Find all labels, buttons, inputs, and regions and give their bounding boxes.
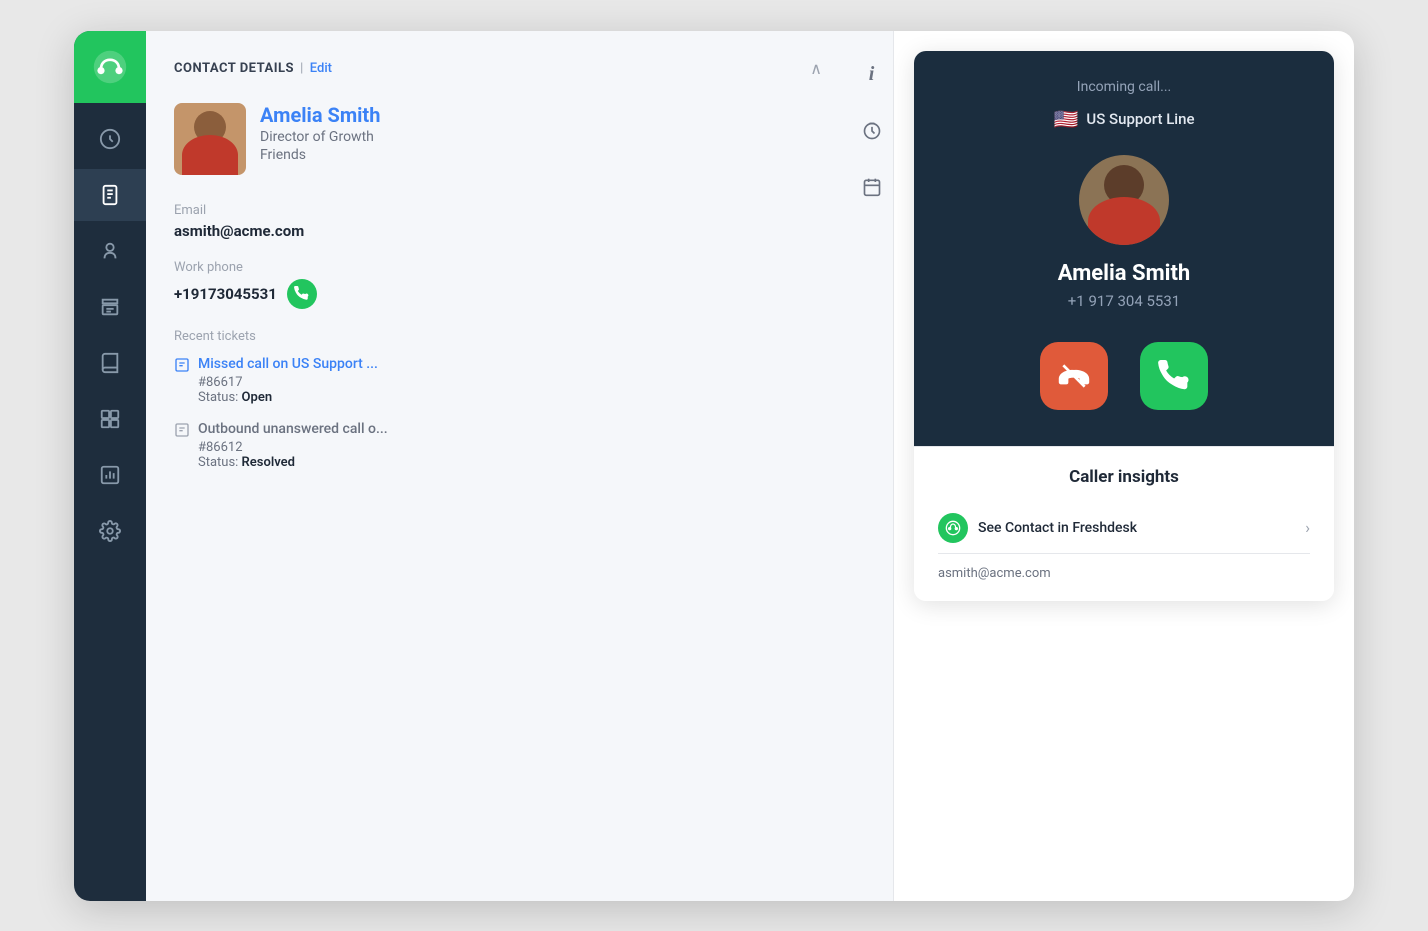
contact-avatar xyxy=(174,103,246,175)
ticket-status-1: Status: Open xyxy=(198,390,822,405)
accept-call-button[interactable] xyxy=(1140,342,1208,410)
contact-details-title: CONTACT DETAILS xyxy=(174,61,294,76)
freshdesk-chevron: › xyxy=(1305,518,1310,537)
email-value: asmith@acme.com xyxy=(174,222,822,240)
call-button[interactable] xyxy=(287,279,317,309)
contact-details-panel: CONTACT DETAILS | Edit ∧ Amelia Smith Di… xyxy=(146,31,850,901)
sidebar-item-campaigns[interactable] xyxy=(74,393,146,445)
freshdesk-icon xyxy=(938,513,968,543)
email-label: Email xyxy=(174,203,822,218)
header-divider: | xyxy=(300,61,304,76)
contact-email-display: asmith@acme.com xyxy=(938,554,1310,581)
caller-insights-section: Caller insights See Contact in Freshdesk… xyxy=(914,446,1334,601)
info-icon: i xyxy=(869,63,875,86)
flag-emoji: 🇺🇸 xyxy=(1053,107,1078,131)
phone-value: +19173045531 xyxy=(174,279,822,309)
incoming-call-panel: Incoming call... 🇺🇸 US Support Line Amel… xyxy=(914,51,1334,601)
sidebar-item-dashboard[interactable] xyxy=(74,113,146,165)
sidebar-item-reports[interactable] xyxy=(74,449,146,501)
ticket-status-2: Status: Resolved xyxy=(198,455,822,470)
incoming-call-label: Incoming call... xyxy=(1077,79,1171,95)
phone-section: Work phone +19173045531 xyxy=(174,260,822,309)
icons-panel: i xyxy=(850,31,894,901)
info-icon-btn[interactable]: i xyxy=(856,59,888,91)
sidebar-navigation xyxy=(74,113,146,901)
call-panel-top: Incoming call... 🇺🇸 US Support Line Amel… xyxy=(914,51,1334,446)
sidebar-item-phone[interactable] xyxy=(74,169,146,221)
sidebar-item-settings[interactable] xyxy=(74,505,146,557)
ticket-item-1: Missed call on US Support ... #86617 Sta… xyxy=(174,356,822,405)
caller-name: Amelia Smith xyxy=(1058,261,1190,286)
caller-insights-title: Caller insights xyxy=(938,467,1310,487)
call-actions xyxy=(1040,342,1208,410)
decline-call-button[interactable] xyxy=(1040,342,1108,410)
accept-icon xyxy=(1158,360,1190,392)
calendar-icon xyxy=(862,177,882,197)
ticket-number-2: #86612 xyxy=(198,440,822,455)
ticket-number-1: #86617 xyxy=(198,375,822,390)
call-line: 🇺🇸 US Support Line xyxy=(1053,107,1194,131)
freshdesk-link-text: See Contact in Freshdesk xyxy=(978,520,1295,536)
timer-icon-btn[interactable] xyxy=(856,115,888,147)
sidebar-item-contacts[interactable] xyxy=(74,225,146,277)
recent-tickets-label: Recent tickets xyxy=(174,329,822,344)
collapse-button[interactable]: ∧ xyxy=(810,59,822,79)
contact-profile: Amelia Smith Director of Growth Friends xyxy=(174,103,822,175)
sidebar-item-solutions[interactable] xyxy=(74,337,146,389)
contact-role: Director of Growth xyxy=(260,129,380,145)
timer-icon xyxy=(862,121,882,141)
recent-tickets-section: Recent tickets Missed call on US Support… xyxy=(174,329,822,470)
calendar-icon-btn[interactable] xyxy=(856,171,888,203)
ticket-link-1[interactable]: Missed call on US Support ... xyxy=(174,356,822,373)
ticket-item-2: Outbound unanswered call o... #86612 Sta… xyxy=(174,421,822,470)
contact-info: Amelia Smith Director of Growth Friends xyxy=(260,103,380,163)
email-section: Email asmith@acme.com xyxy=(174,203,822,240)
call-line-name: US Support Line xyxy=(1086,110,1194,128)
edit-link[interactable]: Edit xyxy=(310,61,332,76)
caller-phone: +1 917 304 5531 xyxy=(1068,292,1180,310)
contact-company: Friends xyxy=(260,147,380,163)
phone-label: Work phone xyxy=(174,260,822,275)
contact-name: Amelia Smith xyxy=(260,103,380,127)
contact-details-header: CONTACT DETAILS | Edit ∧ xyxy=(174,59,822,79)
ticket-link-2[interactable]: Outbound unanswered call o... xyxy=(174,421,822,438)
sidebar-logo xyxy=(74,31,146,103)
sidebar xyxy=(74,31,146,901)
sidebar-item-tickets[interactable] xyxy=(74,281,146,333)
caller-avatar xyxy=(1079,155,1169,245)
freshdesk-contact-link[interactable]: See Contact in Freshdesk › xyxy=(938,503,1310,554)
decline-icon xyxy=(1058,360,1090,392)
